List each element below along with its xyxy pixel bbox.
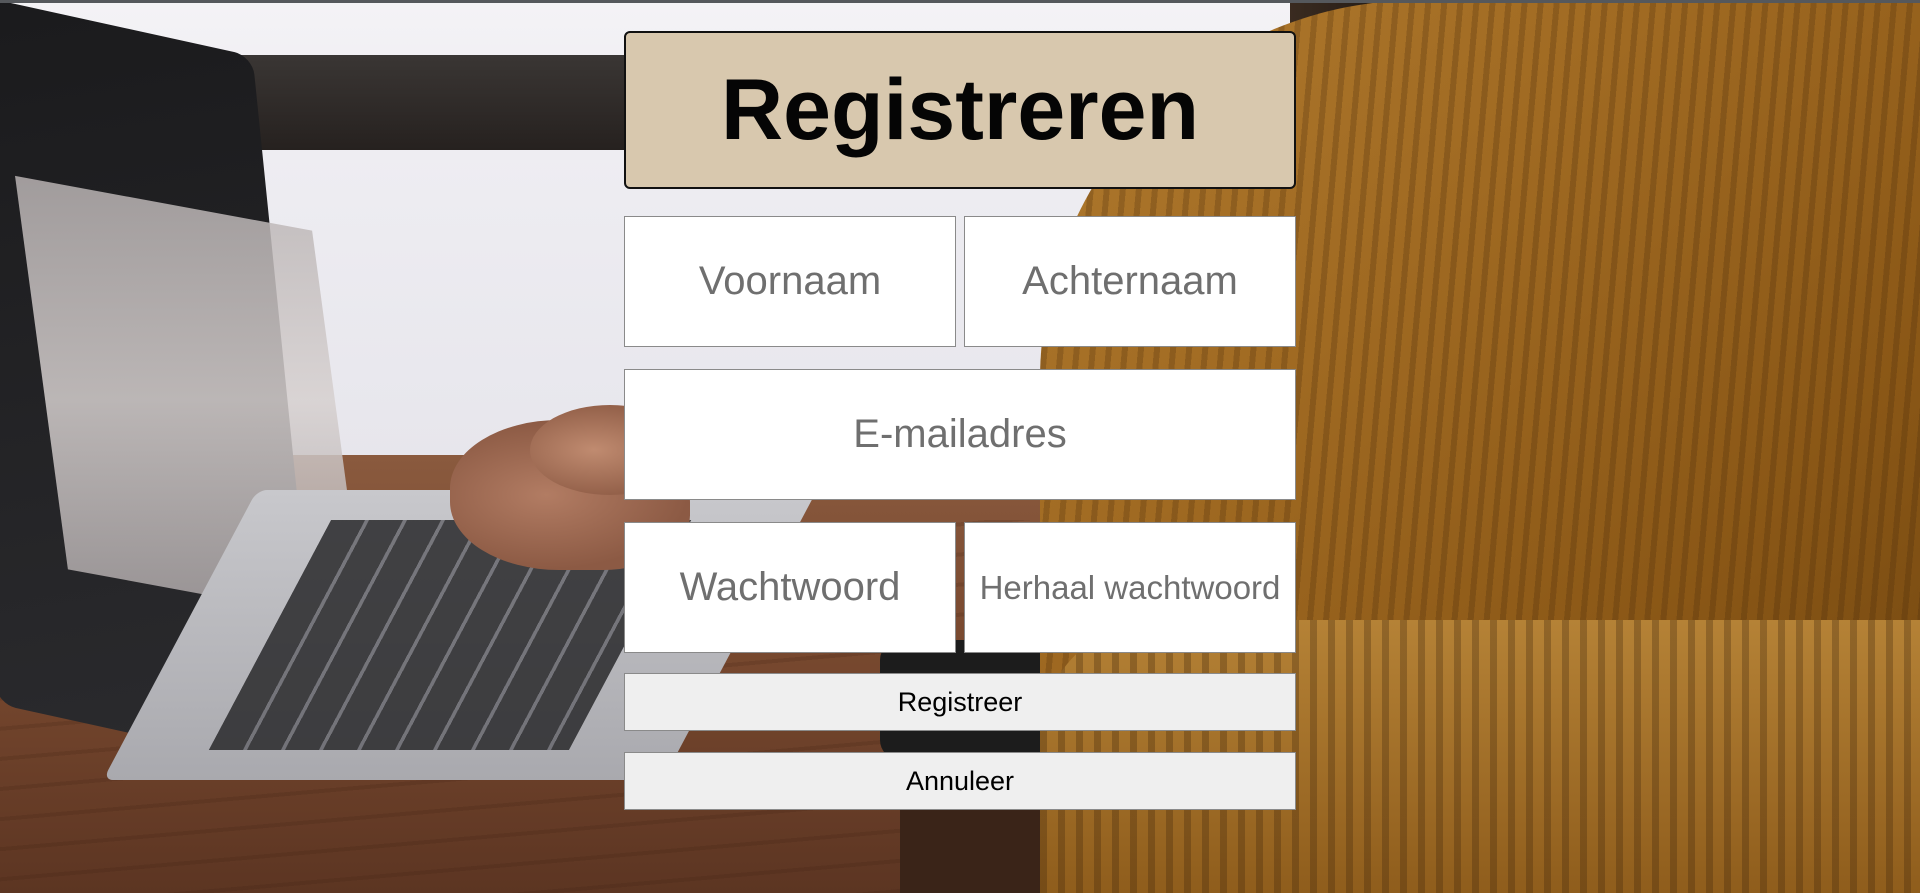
password-input[interactable] bbox=[624, 522, 956, 653]
email-input[interactable] bbox=[624, 369, 1296, 500]
title-banner: Registreren bbox=[624, 31, 1296, 189]
cancel-button[interactable]: Annuleer bbox=[624, 752, 1296, 810]
register-button[interactable]: Registreer bbox=[624, 673, 1296, 731]
top-border bbox=[0, 0, 1920, 3]
repeat-password-input[interactable] bbox=[964, 522, 1296, 653]
last-name-input[interactable] bbox=[964, 216, 1296, 347]
first-name-input[interactable] bbox=[624, 216, 956, 347]
page-title: Registreren bbox=[721, 61, 1199, 158]
